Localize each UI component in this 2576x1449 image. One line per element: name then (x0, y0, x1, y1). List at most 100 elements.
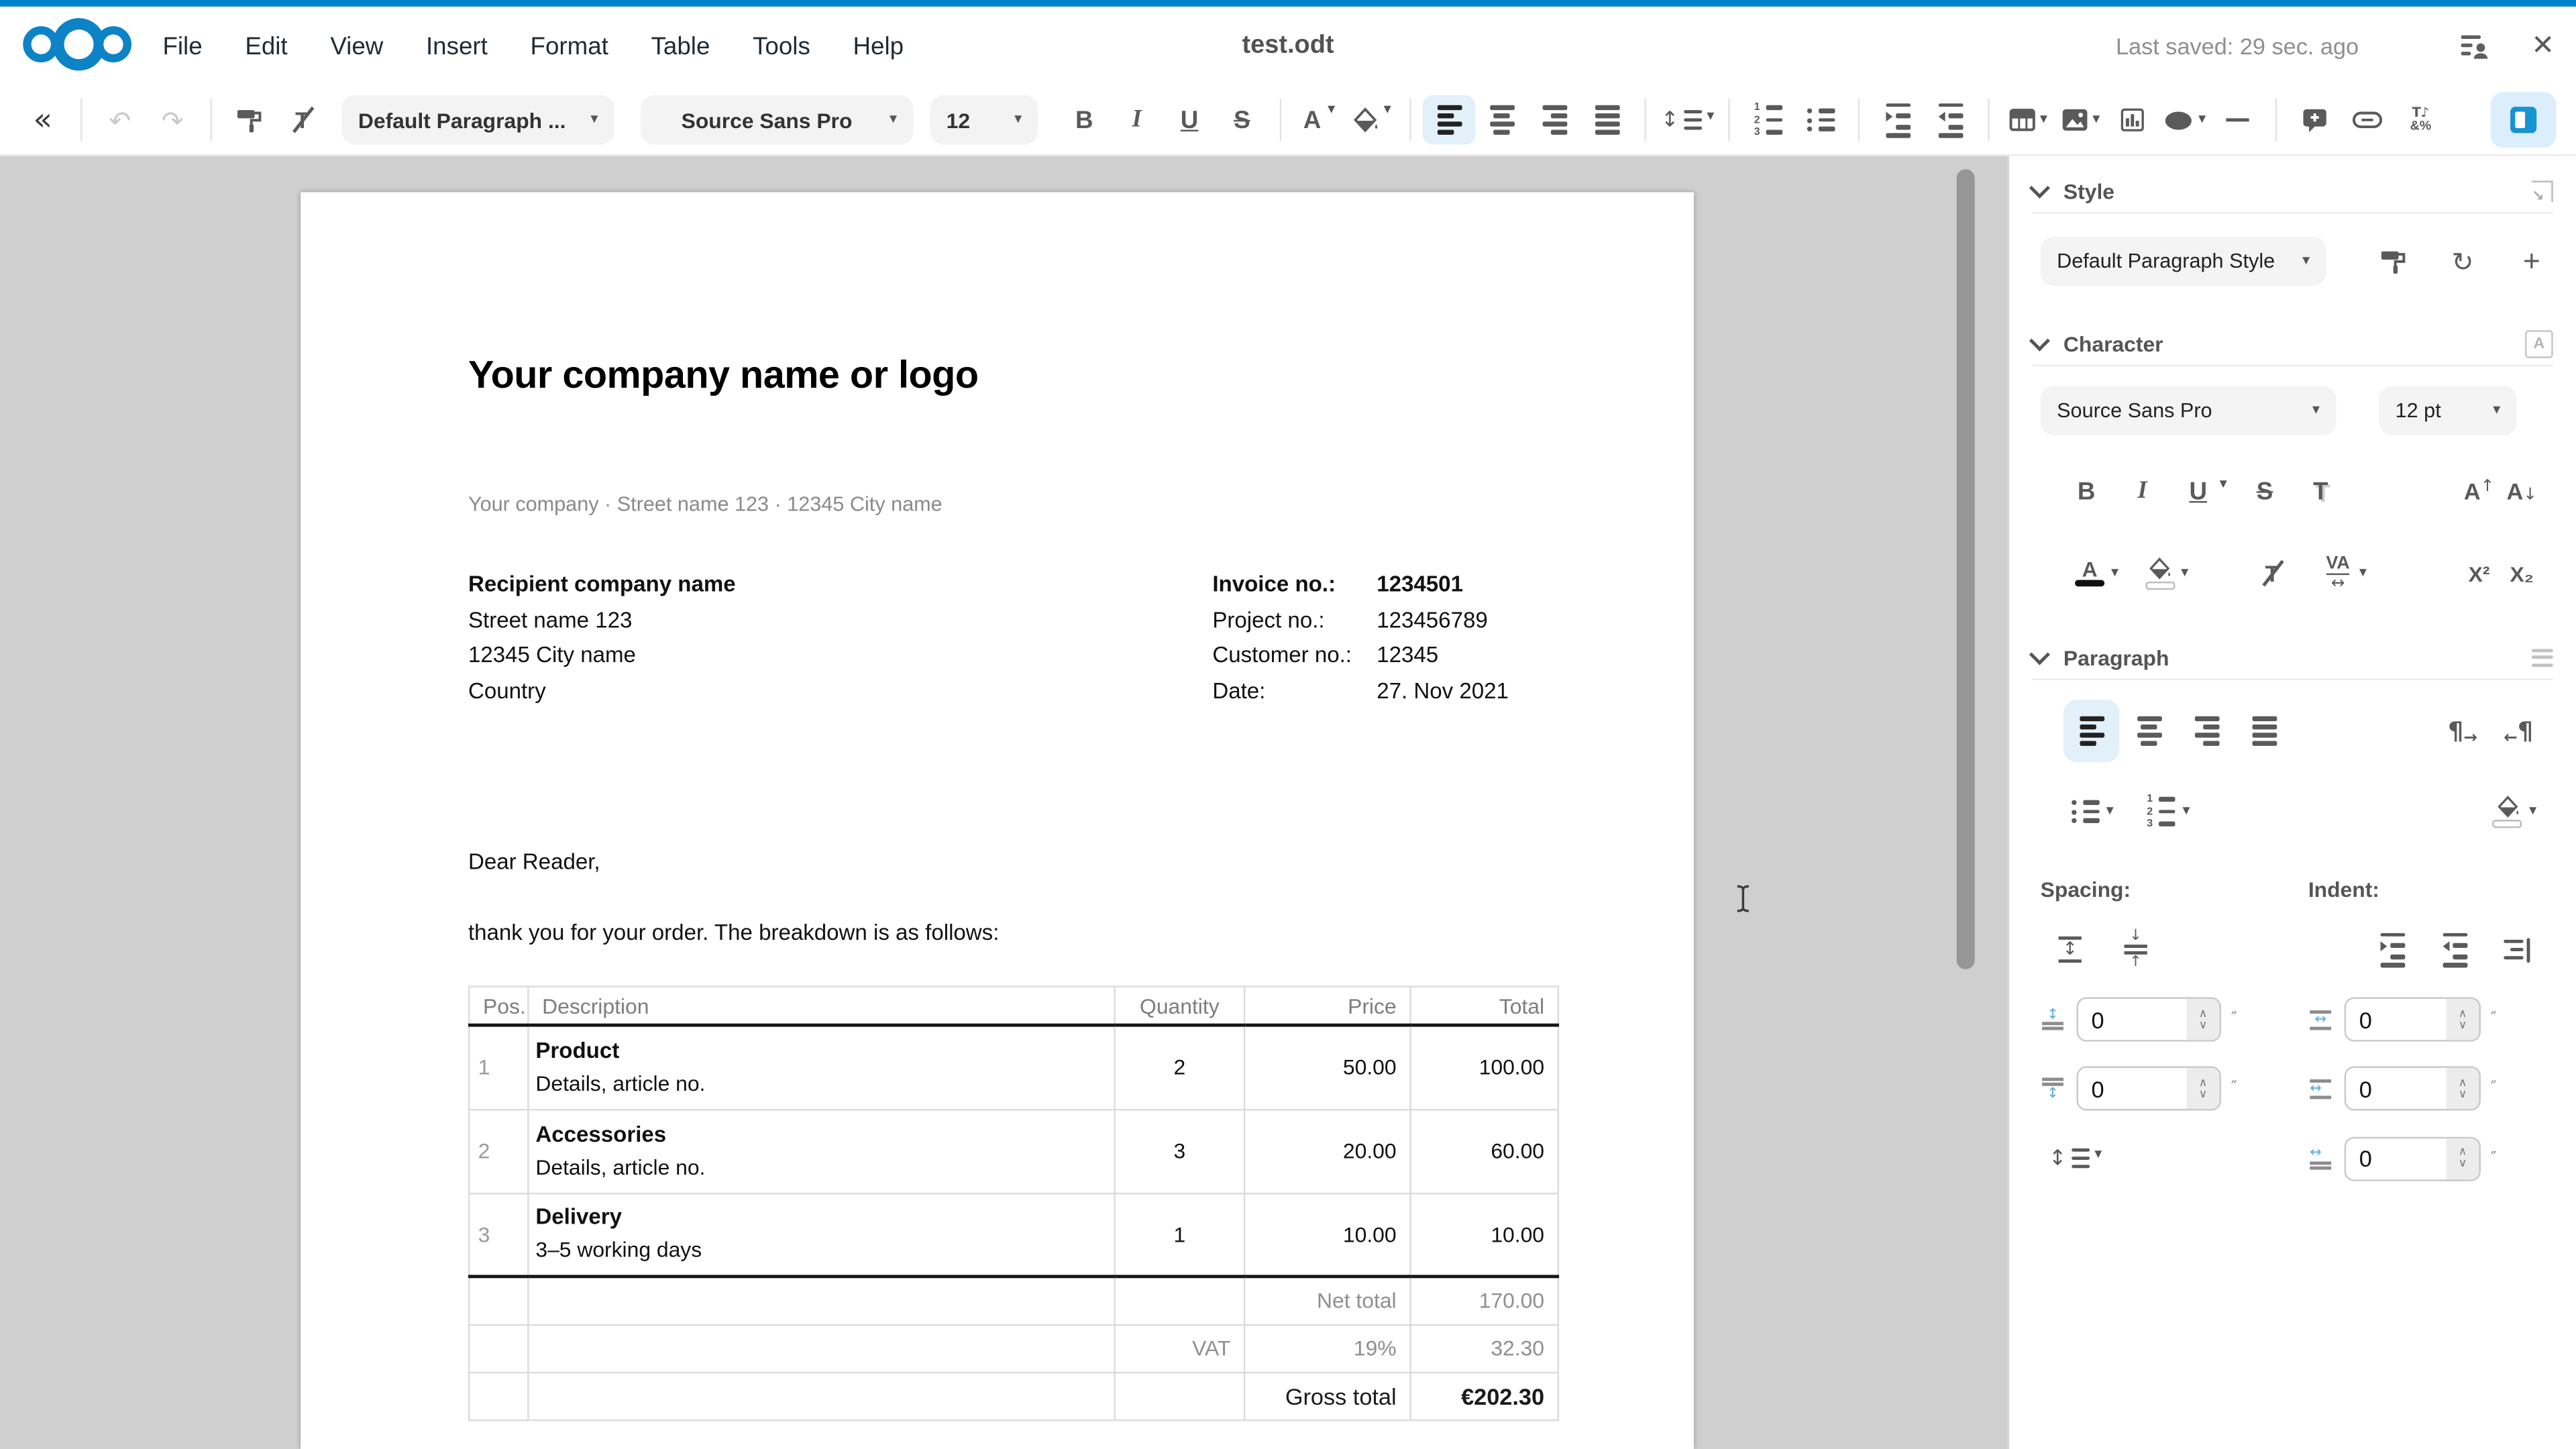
ordered-list-icon[interactable]: 1 2 3 (2140, 789, 2183, 835)
clone-formatting-icon[interactable] (223, 95, 276, 144)
decrease-indent-icon[interactable] (1925, 95, 1977, 144)
menu-format[interactable]: Format (531, 32, 608, 60)
document-canvas[interactable]: Your company name or logo Your company ·… (0, 156, 2008, 1449)
menu-table[interactable]: Table (651, 32, 710, 60)
insert-shape-icon[interactable]: ▾ (2159, 95, 2212, 144)
style-section-header[interactable]: Style ↘ (2032, 169, 2553, 212)
character-section-header[interactable]: Character A (2032, 322, 2553, 365)
paragraph-section-header[interactable]: Paragraph (2032, 636, 2553, 679)
sidebar-font-name-dropdown[interactable]: Source Sans Pro ▾ (2041, 386, 2337, 435)
special-character-icon[interactable]: T♪ &% (2394, 95, 2447, 144)
font-size-dropdown[interactable]: 12 ▾ (930, 95, 1038, 144)
horizontal-line-icon[interactable] (2212, 95, 2264, 144)
insert-comment-icon[interactable] (2290, 95, 2342, 144)
nextcloud-logo-icon[interactable] (23, 18, 135, 70)
superscript-icon[interactable]: X² (2458, 550, 2501, 596)
decrease-indent-icon[interactable] (2433, 926, 2476, 973)
increase-paragraph-spacing-icon[interactable]: ↕ (2049, 926, 2092, 973)
strikethrough-icon[interactable]: S (1216, 95, 1268, 144)
chevron-down-icon[interactable]: ▾ (2359, 565, 2367, 581)
stepper[interactable]: ∧∨ (2447, 1068, 2479, 1109)
chevron-down-icon[interactable]: ▾ (2183, 804, 2190, 820)
menu-help[interactable]: Help (853, 32, 904, 60)
stepper[interactable]: ∧∨ (2447, 999, 2479, 1040)
chevron-down-icon[interactable]: ▾ (2220, 476, 2227, 492)
hanging-indent-icon[interactable] (2496, 926, 2538, 973)
menu-tools[interactable]: Tools (753, 32, 810, 60)
undo-icon[interactable]: ↶ (94, 95, 146, 144)
highlight-color-icon[interactable] (2138, 550, 2181, 596)
style-select-dropdown[interactable]: Default Paragraph Style ▾ (2041, 237, 2326, 286)
line-spacing-icon[interactable]: ↕ ▾ (2049, 1135, 2102, 1181)
increase-indent-icon[interactable] (1872, 95, 1924, 144)
stepper[interactable]: ∧∨ (2187, 999, 2220, 1040)
document-page[interactable]: Your company name or logo Your company ·… (301, 193, 1694, 1449)
grow-font-icon[interactable]: A↑ (2458, 468, 2501, 515)
clear-formatting-icon[interactable]: T (2251, 550, 2294, 596)
font-color-icon[interactable]: A ▾ (1293, 95, 1345, 144)
chevron-down-icon[interactable]: ▾ (2529, 804, 2536, 820)
underline-icon[interactable]: U (2177, 468, 2220, 515)
first-line-indent-input[interactable]: 0 ∧∨ (2345, 1136, 2481, 1180)
spacing-above-input[interactable]: 0 ∧∨ (2077, 998, 2222, 1042)
sidebar-font-size-dropdown[interactable]: 12 pt ▾ (2379, 386, 2517, 435)
clear-formatting-icon[interactable]: T (276, 95, 328, 144)
align-left-icon[interactable] (2063, 700, 2119, 762)
chevron-down-icon[interactable]: ▾ (2106, 804, 2114, 820)
paragraph-style-dropdown[interactable]: Default Paragraph ... ▾ (341, 95, 614, 144)
close-icon[interactable]: ✕ (2531, 30, 2555, 62)
font-color-icon[interactable]: A (2068, 550, 2111, 596)
increase-indent-icon[interactable] (2371, 926, 2414, 973)
subscript-icon[interactable]: X₂ (2500, 550, 2543, 596)
unordered-list-icon[interactable] (1794, 95, 1847, 144)
indent-before-input[interactable]: 0 ∧∨ (2345, 998, 2481, 1042)
ordered-list-icon[interactable]: 1 2 3 (1742, 95, 1794, 144)
user-list-icon[interactable] (2461, 34, 2489, 58)
indent-after-input[interactable]: 0 ∧∨ (2345, 1066, 2481, 1110)
italic-icon[interactable]: I (1111, 95, 1163, 144)
bold-icon[interactable]: B (1058, 95, 1110, 144)
character-spacing-icon[interactable]: VA ↔ (2316, 550, 2359, 596)
paragraph-ltr-icon[interactable]: ¶→ (2441, 708, 2484, 755)
bold-icon[interactable]: B (2065, 468, 2108, 515)
update-style-icon[interactable]: ↻ (2441, 238, 2484, 284)
align-left-icon[interactable] (1423, 95, 1475, 144)
insert-chart-icon[interactable] (2107, 95, 2159, 144)
stepper[interactable]: ∧∨ (2187, 1068, 2220, 1109)
italic-icon[interactable]: I (2121, 468, 2164, 515)
underline-icon[interactable]: U (1163, 95, 1216, 144)
insert-table-icon[interactable]: ▾ (2002, 95, 2054, 144)
font-name-dropdown[interactable]: Source Sans Pro ▾ (641, 95, 914, 144)
align-justify-icon[interactable] (1580, 95, 1633, 144)
insert-hyperlink-icon[interactable] (2342, 95, 2394, 144)
strikethrough-icon[interactable]: S (2243, 468, 2286, 515)
menu-insert[interactable]: Insert (426, 32, 488, 60)
character-dialog-icon[interactable]: A (2525, 329, 2553, 358)
collapse-toolbar-icon[interactable]: « (16, 95, 68, 144)
line-spacing-icon[interactable]: ↕ ▾ (1658, 95, 1717, 144)
redo-icon[interactable]: ↷ (146, 95, 199, 144)
chevron-down-icon[interactable]: ▾ (2181, 565, 2188, 581)
spacing-below-input[interactable]: 0 ∧∨ (2077, 1066, 2222, 1110)
style-dialog-launcher-icon[interactable]: ↘ (2532, 180, 2553, 201)
highlight-color-icon[interactable]: ▾ (1346, 95, 1398, 144)
align-right-icon[interactable] (2178, 700, 2234, 762)
shadow-icon[interactable]: T (2299, 468, 2342, 515)
chevron-down-icon[interactable]: ▾ (2111, 565, 2118, 581)
stepper[interactable]: ∧∨ (2447, 1138, 2479, 1179)
menu-view[interactable]: View (330, 32, 383, 60)
clone-formatting-icon[interactable] (2372, 238, 2415, 284)
new-style-icon[interactable]: + (2510, 238, 2553, 284)
paragraph-rtl-icon[interactable]: ←¶ (2497, 708, 2540, 755)
align-center-icon[interactable] (2121, 700, 2177, 762)
align-right-icon[interactable] (1528, 95, 1580, 144)
paragraph-dialog-icon[interactable] (2532, 648, 2553, 666)
menu-edit[interactable]: Edit (245, 32, 287, 60)
paragraph-background-color-icon[interactable] (2486, 789, 2529, 835)
unordered-list-icon[interactable] (2063, 789, 2106, 835)
shrink-font-icon[interactable]: A↓ (2500, 468, 2543, 515)
align-center-icon[interactable] (1475, 95, 1527, 144)
align-justify-icon[interactable] (2236, 700, 2292, 762)
insert-image-icon[interactable]: ▾ (2054, 95, 2106, 144)
vertical-scrollbar[interactable] (1957, 169, 1975, 969)
